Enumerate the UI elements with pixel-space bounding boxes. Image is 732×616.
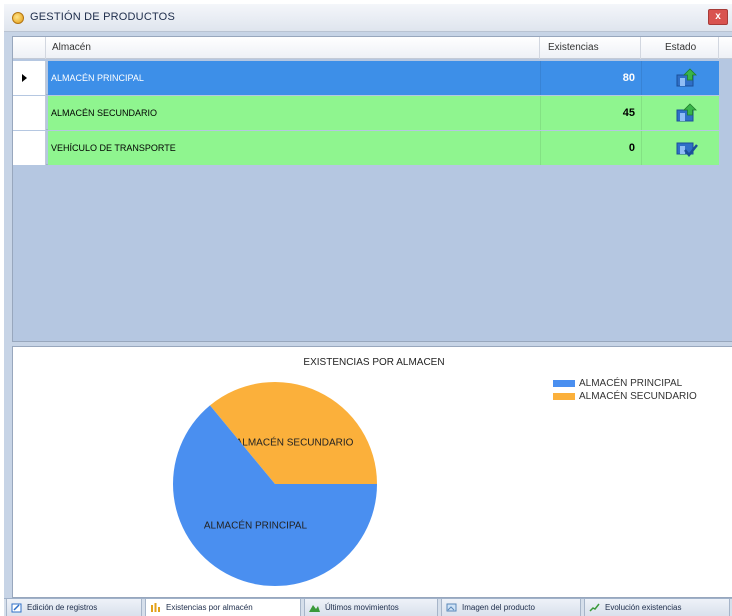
close-button[interactable]: x [708, 9, 728, 25]
row-indicator[interactable] [13, 61, 46, 95]
header-indicator-cell [13, 37, 46, 59]
pie-chart: ALMACÉN SECUNDARIO ALMACÉN PRINCIPAL [173, 382, 377, 586]
cell-stock-quantity[interactable]: 45 [540, 96, 641, 130]
table-row[interactable]: ALMACÉN SECUNDARIO 45 [13, 96, 719, 130]
tab-evolucion-existencias[interactable]: Evolución existencias [584, 599, 730, 616]
tab-label: Imagen del producto [462, 603, 535, 612]
row-indicator[interactable] [13, 131, 46, 165]
column-header-estado[interactable]: Estado [641, 37, 719, 59]
bottom-tabstrip: Edición de registros Existencias por alm… [4, 598, 732, 616]
row-indicator[interactable] [13, 96, 46, 130]
warehouse-check-icon [676, 142, 698, 158]
cell-warehouse-name[interactable]: ALMACÉN PRINCIPAL [48, 61, 540, 95]
column-header-almacen[interactable]: Almacén [48, 37, 540, 59]
stock-chart-panel: EXISTENCIAS POR ALMACEN ALMACÉN PRINCIPA… [12, 346, 732, 598]
table-row[interactable]: ALMACÉN PRINCIPAL 80 [13, 61, 719, 95]
edit-icon [11, 603, 22, 613]
window-title: GESTIÓN DE PRODUCTOS [30, 11, 175, 23]
tab-label: Edición de registros [27, 603, 98, 612]
warehouse-up-icon [676, 103, 697, 122]
warehouse-up-icon [676, 68, 697, 87]
pie-slice-label: ALMACÉN PRINCIPAL [204, 519, 308, 532]
current-row-arrow-icon [22, 74, 27, 82]
cell-warehouse-name[interactable]: VEHÍCULO DE TRANSPORTE [48, 131, 540, 165]
column-header-existencias[interactable]: Existencias [540, 37, 641, 59]
window-titlebar: GESTIÓN DE PRODUCTOS x [4, 4, 732, 32]
trend-icon [589, 603, 600, 612]
tab-label: Existencias por almacén [166, 603, 253, 612]
cell-stock-quantity[interactable]: 0 [540, 131, 641, 165]
chart-icon [151, 603, 160, 612]
cell-stock-quantity[interactable]: 80 [540, 61, 641, 95]
mountain-chart-icon [309, 605, 320, 612]
cell-state[interactable] [641, 131, 719, 165]
tab-edicion-registros[interactable]: Edición de registros [6, 599, 142, 616]
cell-state[interactable] [641, 96, 719, 130]
tab-imagen-producto[interactable]: Imagen del producto [441, 599, 581, 616]
tab-ultimos-movimientos[interactable]: Últimos movimientos [304, 599, 438, 616]
tab-existencias-almacen[interactable]: Existencias por almacén [145, 599, 301, 616]
tab-label: Últimos movimientos [325, 603, 399, 612]
table-row[interactable]: VEHÍCULO DE TRANSPORTE 0 [13, 131, 719, 165]
cell-warehouse-name[interactable]: ALMACÉN SECUNDARIO [48, 96, 540, 130]
warehouse-grid: Almacén Existencias Estado ALMACÉN PRINC… [12, 36, 732, 342]
app-logo-icon [12, 12, 24, 24]
image-icon [446, 603, 457, 612]
pie-slice-label: ALMACÉN SECUNDARIO [236, 435, 354, 448]
cell-state[interactable] [641, 61, 719, 95]
tab-label: Evolución existencias [605, 603, 682, 612]
grid-header: Almacén Existencias Estado [13, 37, 732, 59]
